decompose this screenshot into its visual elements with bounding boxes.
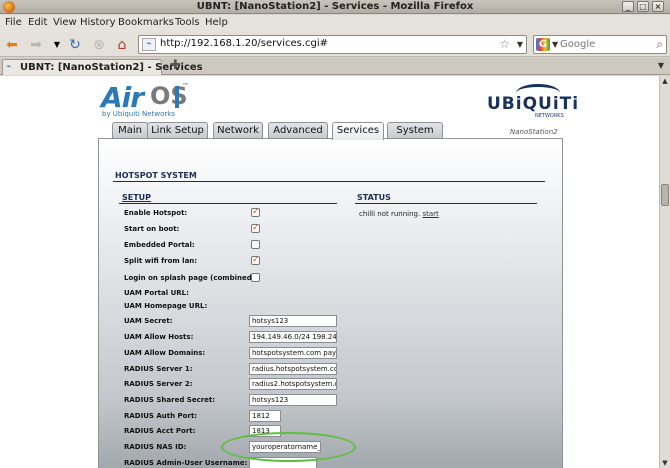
split-wifi-label: Split wifi from lan: [124, 257, 198, 265]
menu-edit[interactable]: Edit [28, 17, 47, 28]
ubiquiti-logo: UBiQUiTi [487, 94, 580, 114]
uam-secret-input[interactable]: hotsys123 [249, 315, 337, 327]
radius-auth-port-input[interactable]: 1812 [249, 410, 281, 422]
menu-tools[interactable]: Tools [175, 17, 200, 28]
airos-logo-bar [175, 86, 179, 108]
start-link[interactable]: start [422, 210, 438, 218]
tab-network[interactable]: Network [213, 122, 263, 139]
device-name: NanoStation2 [510, 128, 558, 136]
radius-server-1-input[interactable]: radius.hotspotsystem.com [249, 363, 337, 375]
airos-logo-subtitle: by Ubiquiti Networks [102, 110, 175, 118]
url-bar[interactable]: ⌁ http://192.168.1.20/services.cgi# ☆ ▼ [138, 35, 527, 54]
start-on-boot-label: Start on boot: [124, 225, 180, 233]
vertical-scrollbar[interactable]: ▲ ▼ [659, 76, 670, 468]
scrollbar-thumb[interactable] [661, 184, 669, 206]
embedded-portal-label: Embedded Portal: [124, 241, 195, 249]
radius-shared-secret-input[interactable]: hotsys123 [249, 394, 337, 406]
search-engine-dropdown-icon[interactable]: ▼ [552, 40, 558, 49]
search-bar[interactable]: G ▼ ⌕ [533, 35, 667, 54]
scroll-down-icon[interactable]: ▼ [661, 459, 669, 467]
radius-server-1-label: RADIUS Server 1: [124, 365, 193, 373]
radius-admin-username-label: RADIUS Admin-User Username: [124, 459, 248, 467]
login-splash-checkbox[interactable] [251, 273, 260, 282]
status-message: chilli not running. start [359, 210, 439, 218]
login-splash-label: Login on splash page (combined): [124, 274, 258, 282]
airos-logo-tm: ™ [182, 82, 189, 90]
hotspot-panel: HOTSPOT SYSTEM SETUP STATUS chilli not r… [98, 138, 563, 468]
enable-hotspot-checkbox[interactable]: ✓ [251, 208, 260, 217]
tab-link-setup[interactable]: Link Setup [147, 122, 208, 139]
forward-icon[interactable]: ➡ [28, 37, 44, 53]
radius-shared-secret-label: RADIUS Shared Secret: [124, 396, 216, 404]
reload-icon[interactable]: ↻ [67, 37, 83, 53]
uam-allow-hosts-label: UAM Allow Hosts: [124, 333, 194, 341]
back-icon[interactable]: ⬅ [4, 37, 20, 53]
uam-secret-label: UAM Secret: [124, 317, 173, 325]
minimize-button[interactable]: _ [622, 1, 634, 12]
section-title: HOTSPOT SYSTEM [115, 171, 197, 180]
start-on-boot-checkbox[interactable]: ✓ [251, 224, 260, 233]
ubiquiti-logo-subtitle: NETWORKS [535, 113, 564, 119]
stop-icon[interactable]: ⊗ [91, 37, 107, 53]
close-button[interactable]: × [652, 1, 664, 12]
tab-advanced[interactable]: Advanced [268, 122, 328, 139]
embedded-portal-checkbox[interactable] [251, 240, 260, 249]
status-heading: STATUS [357, 193, 391, 202]
radius-nas-id-label: RADIUS NAS ID: [124, 443, 187, 451]
radius-acct-port-label: RADIUS Acct Port: [124, 427, 196, 435]
scroll-up-icon[interactable]: ▲ [661, 77, 669, 85]
window-titlebar: UBNT: [NanoStation2] - Services - Mozill… [0, 0, 670, 14]
menu-bookmarks[interactable]: Bookmarks [118, 17, 174, 28]
url-history-dropdown-icon[interactable]: ▼ [517, 40, 523, 49]
split-wifi-checkbox[interactable]: ✓ [251, 256, 260, 265]
uam-allow-hosts-input[interactable]: 194.149.46.0/24 198.241.1 [249, 331, 337, 343]
navigation-toolbar: ⬅ ➡ ▼ ↻ ⊗ ⌂ ⌁ http://192.168.1.20/servic… [0, 32, 670, 57]
uam-homepage-url-label: UAM Homepage URL: [124, 302, 208, 310]
highlight-ellipse [221, 432, 356, 462]
home-icon[interactable]: ⌂ [114, 37, 130, 53]
page-viewport: Air OS ™ by Ubiquiti Networks UBiQUiTi N… [0, 76, 670, 468]
maximize-button[interactable]: □ [637, 1, 649, 12]
radius-server-2-input[interactable]: radius2.hotspotsystem.co [249, 378, 337, 390]
tab-system[interactable]: System [387, 122, 443, 139]
tab-strip: ⌁ UBNT: [NanoStation2] - Services ✚ ▼ [0, 58, 670, 75]
tab-list-dropdown-icon[interactable]: ▼ [658, 61, 664, 70]
site-identity-icon[interactable]: ⌁ [142, 38, 156, 51]
tab-main[interactable]: Main [112, 122, 148, 139]
uam-portal-url-label: UAM Portal URL: [124, 289, 189, 297]
new-tab-icon[interactable]: ✚ [170, 59, 181, 73]
radius-server-2-label: RADIUS Server 2: [124, 380, 193, 388]
menu-file[interactable]: File [5, 17, 22, 28]
browser-tab[interactable]: ⌁ UBNT: [NanoStation2] - Services [2, 59, 203, 75]
tab-favicon-icon: ⌁ [6, 62, 12, 72]
bookmark-star-icon[interactable]: ☆ [499, 37, 510, 51]
status-divider [355, 203, 537, 204]
window-title: UBNT: [NanoStation2] - Services - Mozill… [196, 1, 474, 12]
section-divider [113, 181, 545, 182]
search-input[interactable] [560, 38, 650, 51]
search-engine-icon[interactable]: G [536, 38, 550, 51]
setup-heading: SETUP [122, 193, 152, 202]
enable-hotspot-label: Enable Hotspot: [124, 209, 188, 217]
menu-view[interactable]: View [53, 17, 77, 28]
url-text[interactable]: http://192.168.1.20/services.cgi# [160, 38, 328, 49]
menu-bar: File Edit View History Bookmarks Tools H… [0, 15, 670, 32]
status-text: chilli not running. [359, 210, 421, 218]
menu-history[interactable]: History [80, 17, 116, 28]
radius-auth-port-label: RADIUS Auth Port: [124, 412, 198, 420]
setup-divider [119, 203, 337, 204]
tab-services[interactable]: Services [332, 122, 384, 140]
uam-allow-domains-label: UAM Allow Domains: [124, 349, 206, 357]
uam-allow-domains-input[interactable]: hotspotsystem.com paypa [249, 347, 337, 359]
search-icon[interactable]: ⌕ [656, 37, 663, 52]
menu-help[interactable]: Help [205, 17, 228, 28]
dropdown-icon[interactable]: ▼ [49, 37, 65, 53]
